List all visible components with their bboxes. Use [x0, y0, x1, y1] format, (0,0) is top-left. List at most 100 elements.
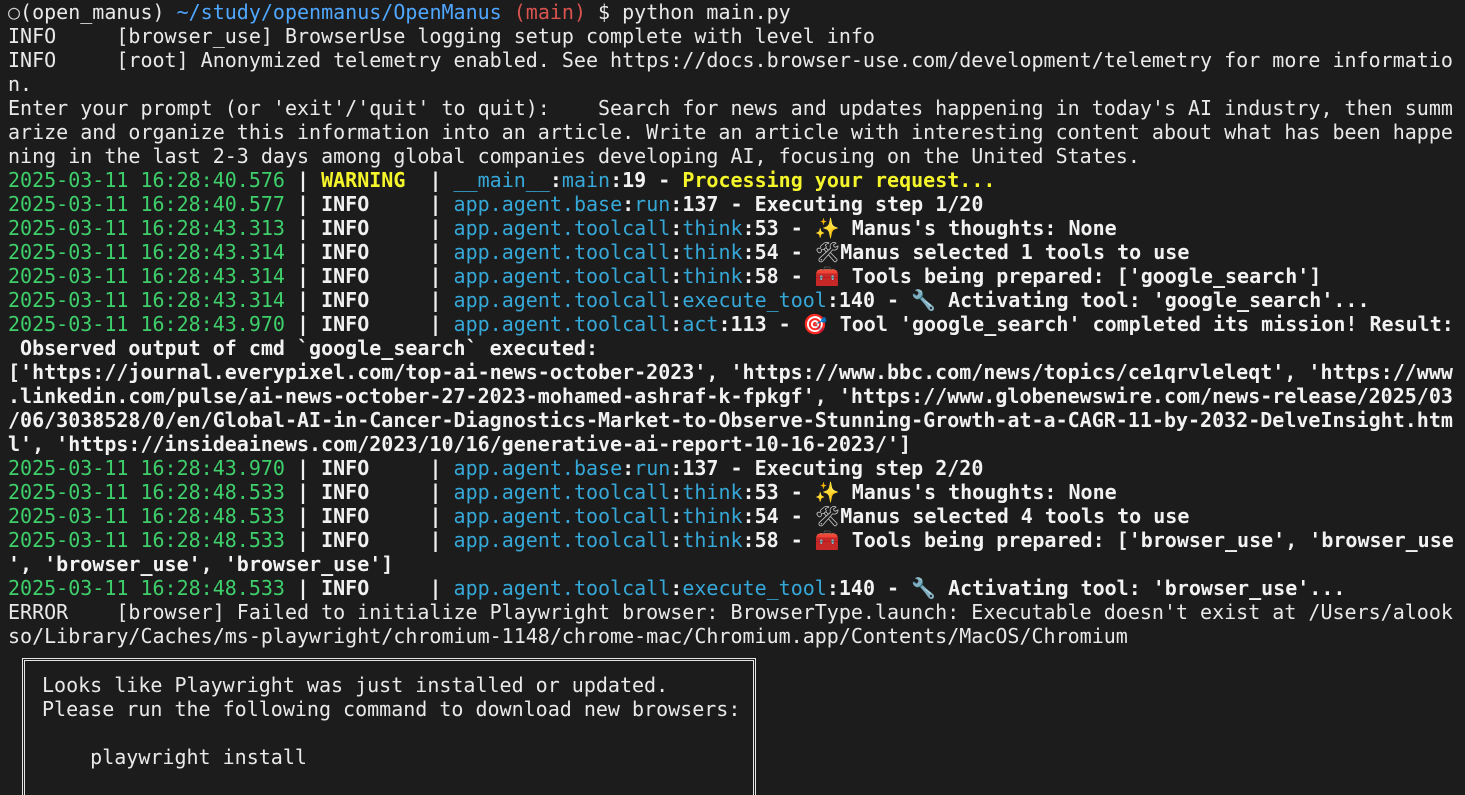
log-message-continuation: ', 'browser_use', 'browser_use']: [8, 552, 394, 576]
log-entry: 2025-03-11 16:28:43.314 | INFO | app.age…: [8, 264, 1322, 288]
log-function: think: [682, 216, 743, 240]
prompt-input-line: ning in the last 2-3 days among global c…: [8, 144, 1140, 168]
log-message: Manus selected 1 tools to use: [840, 240, 1190, 264]
log-function: think: [682, 504, 743, 528]
shell-command: $ python main.py: [598, 0, 791, 24]
log-entry: 2025-03-11 16:28:43.314 | INFO | app.age…: [8, 240, 1190, 264]
shell-prompt-line: ○(open_manus) ~/study/openmanus/OpenManu…: [8, 0, 1465, 24]
log-module: app.agent.toolcall: [453, 576, 671, 600]
log-message: Manus selected 4 tools to use: [840, 504, 1190, 528]
log-lineno: :137: [670, 456, 719, 480]
log-function: execute_tool: [682, 576, 827, 600]
log-line: n.: [8, 72, 33, 96]
log-level: INFO: [321, 216, 418, 240]
box-line: Looks like Playwright was just installed…: [42, 673, 669, 697]
sparkles-icon: ✨: [814, 480, 840, 504]
log-message: Manus's thoughts: None: [839, 216, 1117, 240]
log-message: Activating tool: 'google_search'...: [936, 288, 1370, 312]
log-entry: 2025-03-11 16:28:48.533 | INFO | app.age…: [8, 528, 1454, 552]
log-function: main: [561, 168, 611, 192]
log-entry: 2025-03-11 16:28:48.533 | INFO | app.age…: [8, 480, 1117, 504]
log-lineno: :53: [742, 480, 779, 504]
log-level: INFO: [321, 312, 418, 336]
log-message: Executing step 2/20: [754, 456, 984, 480]
log-lineno: :140: [826, 576, 875, 600]
box-line: [42, 721, 740, 745]
log-module: app.agent.toolcall: [453, 216, 671, 240]
log-level: INFO: [321, 192, 418, 216]
log-entry: 2025-03-11 16:28:43.970 | INFO | app.age…: [8, 312, 1454, 336]
log-lineno: :53: [742, 216, 779, 240]
wrench-icon: 🔧: [911, 288, 937, 312]
log-level: INFO: [321, 576, 418, 600]
error-line: ERROR [browser] Failed to initialize Pla…: [8, 600, 1453, 624]
log-timestamp: 2025-03-11 16:28:40.576: [8, 168, 285, 192]
sparkles-icon: ✨: [814, 216, 840, 240]
conda-env: (open_manus): [20, 0, 165, 24]
log-timestamp: 2025-03-11 16:28:48.533: [8, 576, 285, 600]
log-module: app.agent.toolcall: [453, 312, 671, 336]
log-module: app.agent.toolcall: [453, 528, 671, 552]
log-message: Tools being prepared: ['browser_use', 'b…: [839, 528, 1454, 552]
hammer-wrench-icon: 🛠: [814, 240, 841, 264]
log-timestamp: 2025-03-11 16:28:48.533: [8, 528, 285, 552]
log-function: run: [634, 456, 671, 480]
box-line: Please run the following command to down…: [42, 697, 741, 721]
log-module: app.agent.base: [453, 456, 623, 480]
log-entry: 2025-03-11 16:28:43.313 | INFO | app.age…: [8, 216, 1117, 240]
log-lineno: :58: [742, 264, 779, 288]
log-function: think: [682, 264, 743, 288]
log-level: INFO: [321, 528, 418, 552]
toolbox-icon: 🧰: [814, 528, 840, 552]
log-function: think: [682, 480, 743, 504]
log-message: Activating tool: 'browser_use'...: [936, 576, 1346, 600]
result-line: .linkedin.com/pulse/ai-news-october-27-2…: [8, 384, 1453, 408]
log-timestamp: 2025-03-11 16:28:43.970: [8, 312, 285, 336]
log-entry: 2025-03-11 16:28:43.314 | INFO | app.age…: [8, 288, 1370, 312]
log-entry: 2025-03-11 16:28:48.533 | INFO | app.age…: [8, 504, 1190, 528]
target-icon: 🎯: [802, 312, 828, 336]
log-function: think: [682, 528, 743, 552]
result-line: ['https://journal.everypixel.com/top-ai-…: [8, 360, 1453, 384]
log-function: think: [682, 240, 743, 264]
log-level: INFO: [321, 288, 418, 312]
prompt-input-line: arize and organize this information into…: [8, 120, 1453, 144]
log-module: __main__: [453, 168, 550, 192]
error-line: so/Library/Caches/ms-playwright/chromium…: [8, 624, 1128, 648]
log-line: INFO [root] Anonymized telemetry enabled…: [8, 48, 1453, 72]
log-timestamp: 2025-03-11 16:28:43.314: [8, 240, 285, 264]
log-function: execute_tool: [682, 288, 827, 312]
install-command: playwright install: [42, 745, 307, 769]
log-level: INFO: [321, 240, 418, 264]
git-branch: (main): [513, 0, 586, 24]
cwd-path: ~/study/openmanus/OpenManus: [176, 0, 502, 24]
prompt-input-line: Enter your prompt (or 'exit'/'quit' to q…: [8, 96, 1453, 120]
log-entry: 2025-03-11 16:28:48.533 | INFO | app.age…: [8, 576, 1346, 600]
log-function: run: [634, 192, 671, 216]
message-box-text: Looks like Playwright was just installed…: [42, 673, 740, 769]
log-message: Executing step 1/20: [754, 192, 984, 216]
result-line: Observed output of cmd `google_search` e…: [8, 336, 599, 360]
log-level: WARNING: [321, 168, 418, 192]
log-entry: 2025-03-11 16:28:43.970 | INFO | app.age…: [8, 456, 984, 480]
log-lineno: :140: [826, 288, 875, 312]
log-lineno: :113: [718, 312, 767, 336]
log-entry-warning: 2025-03-11 16:28:40.576 | WARNING | __ma…: [8, 168, 996, 192]
log-lineno: :58: [742, 528, 779, 552]
log-module: app.agent.toolcall: [453, 480, 671, 504]
log-entry: 2025-03-11 16:28:40.577 | INFO | app.age…: [8, 192, 984, 216]
log-timestamp: 2025-03-11 16:28:43.313: [8, 216, 285, 240]
log-level: INFO: [321, 264, 418, 288]
prompt-status-icon: ○: [8, 0, 21, 24]
wrench-icon: 🔧: [911, 576, 937, 600]
log-lineno: :19: [610, 168, 647, 192]
result-line: /06/3038528/0/en/Global-AI-in-Cancer-Dia…: [8, 408, 1453, 432]
log-module: app.agent.toolcall: [453, 264, 671, 288]
terminal-window[interactable]: ○(open_manus) ~/study/openmanus/OpenManu…: [0, 0, 1465, 795]
log-lineno: :137: [670, 192, 719, 216]
log-message: Tools being prepared: ['google_search']: [839, 264, 1322, 288]
log-timestamp: 2025-03-11 16:28:48.533: [8, 480, 285, 504]
log-module: app.agent.toolcall: [453, 504, 671, 528]
log-message: Processing your request...: [682, 168, 996, 192]
log-module: app.agent.toolcall: [453, 240, 671, 264]
